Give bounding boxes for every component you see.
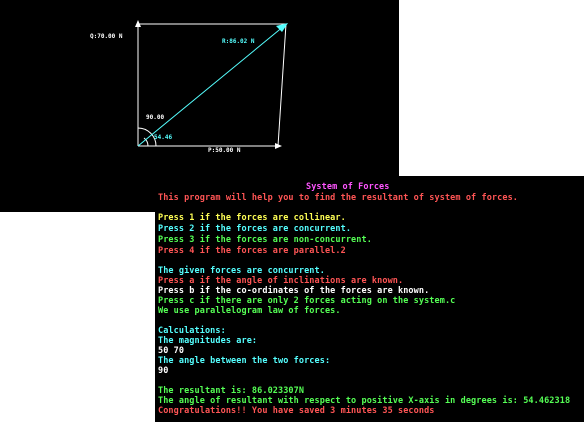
menu-option-non-concurrent: Press 3 if the forces are non-concurrent… [158,235,372,245]
submenu-option-angles: Press a if the angle of inclinations are… [158,276,404,286]
given-forces-text: The given forces are concurrent. [158,266,325,276]
menu-option-concurrent: Press 2 if the forces are concurrent. [158,224,352,234]
angle-between-label: 90.00 [146,114,165,121]
menu-option-collinear: Press 1 if the forces are collinear. [158,213,346,223]
calculations-heading: Calculations: [158,326,226,336]
angle-value: 90 [158,366,169,376]
q-label: Q:70.00 N [90,33,123,40]
p-label: P:50.00 N [208,147,241,154]
menu-option-parallel: Press 4 if the forces are parallel.2 [158,246,346,256]
resultant-angle-label: 54.46 [154,134,173,141]
congratulations-text: Congratulations!! You have saved 3 minut… [158,406,435,416]
r-label: R:86.02 N [222,38,255,45]
console-title: System of Forces [306,182,390,192]
console-window: System of Forces This program will help … [155,176,584,422]
intro-text: This program will help you to find the r… [158,193,519,203]
method-text: We use parallelogram law of forces. [158,306,341,316]
resultant-angle-text: The angle of resultant with respect to p… [158,396,571,406]
angle-heading: The angle between the two forces: [158,356,331,366]
resultant-vector-line [137,25,285,147]
magnitudes-heading: The magnitudes are: [158,336,258,346]
submenu-option-coordinates: Press b if the co-ordinates of the force… [158,286,430,296]
magnitudes-value: 50 70 [158,346,185,356]
right-parallel-line [277,23,287,147]
resultant-text: The resultant is: 86.023307N [158,386,305,396]
submenu-option-two-forces: Press c if there are only 2 forces actin… [158,296,456,306]
